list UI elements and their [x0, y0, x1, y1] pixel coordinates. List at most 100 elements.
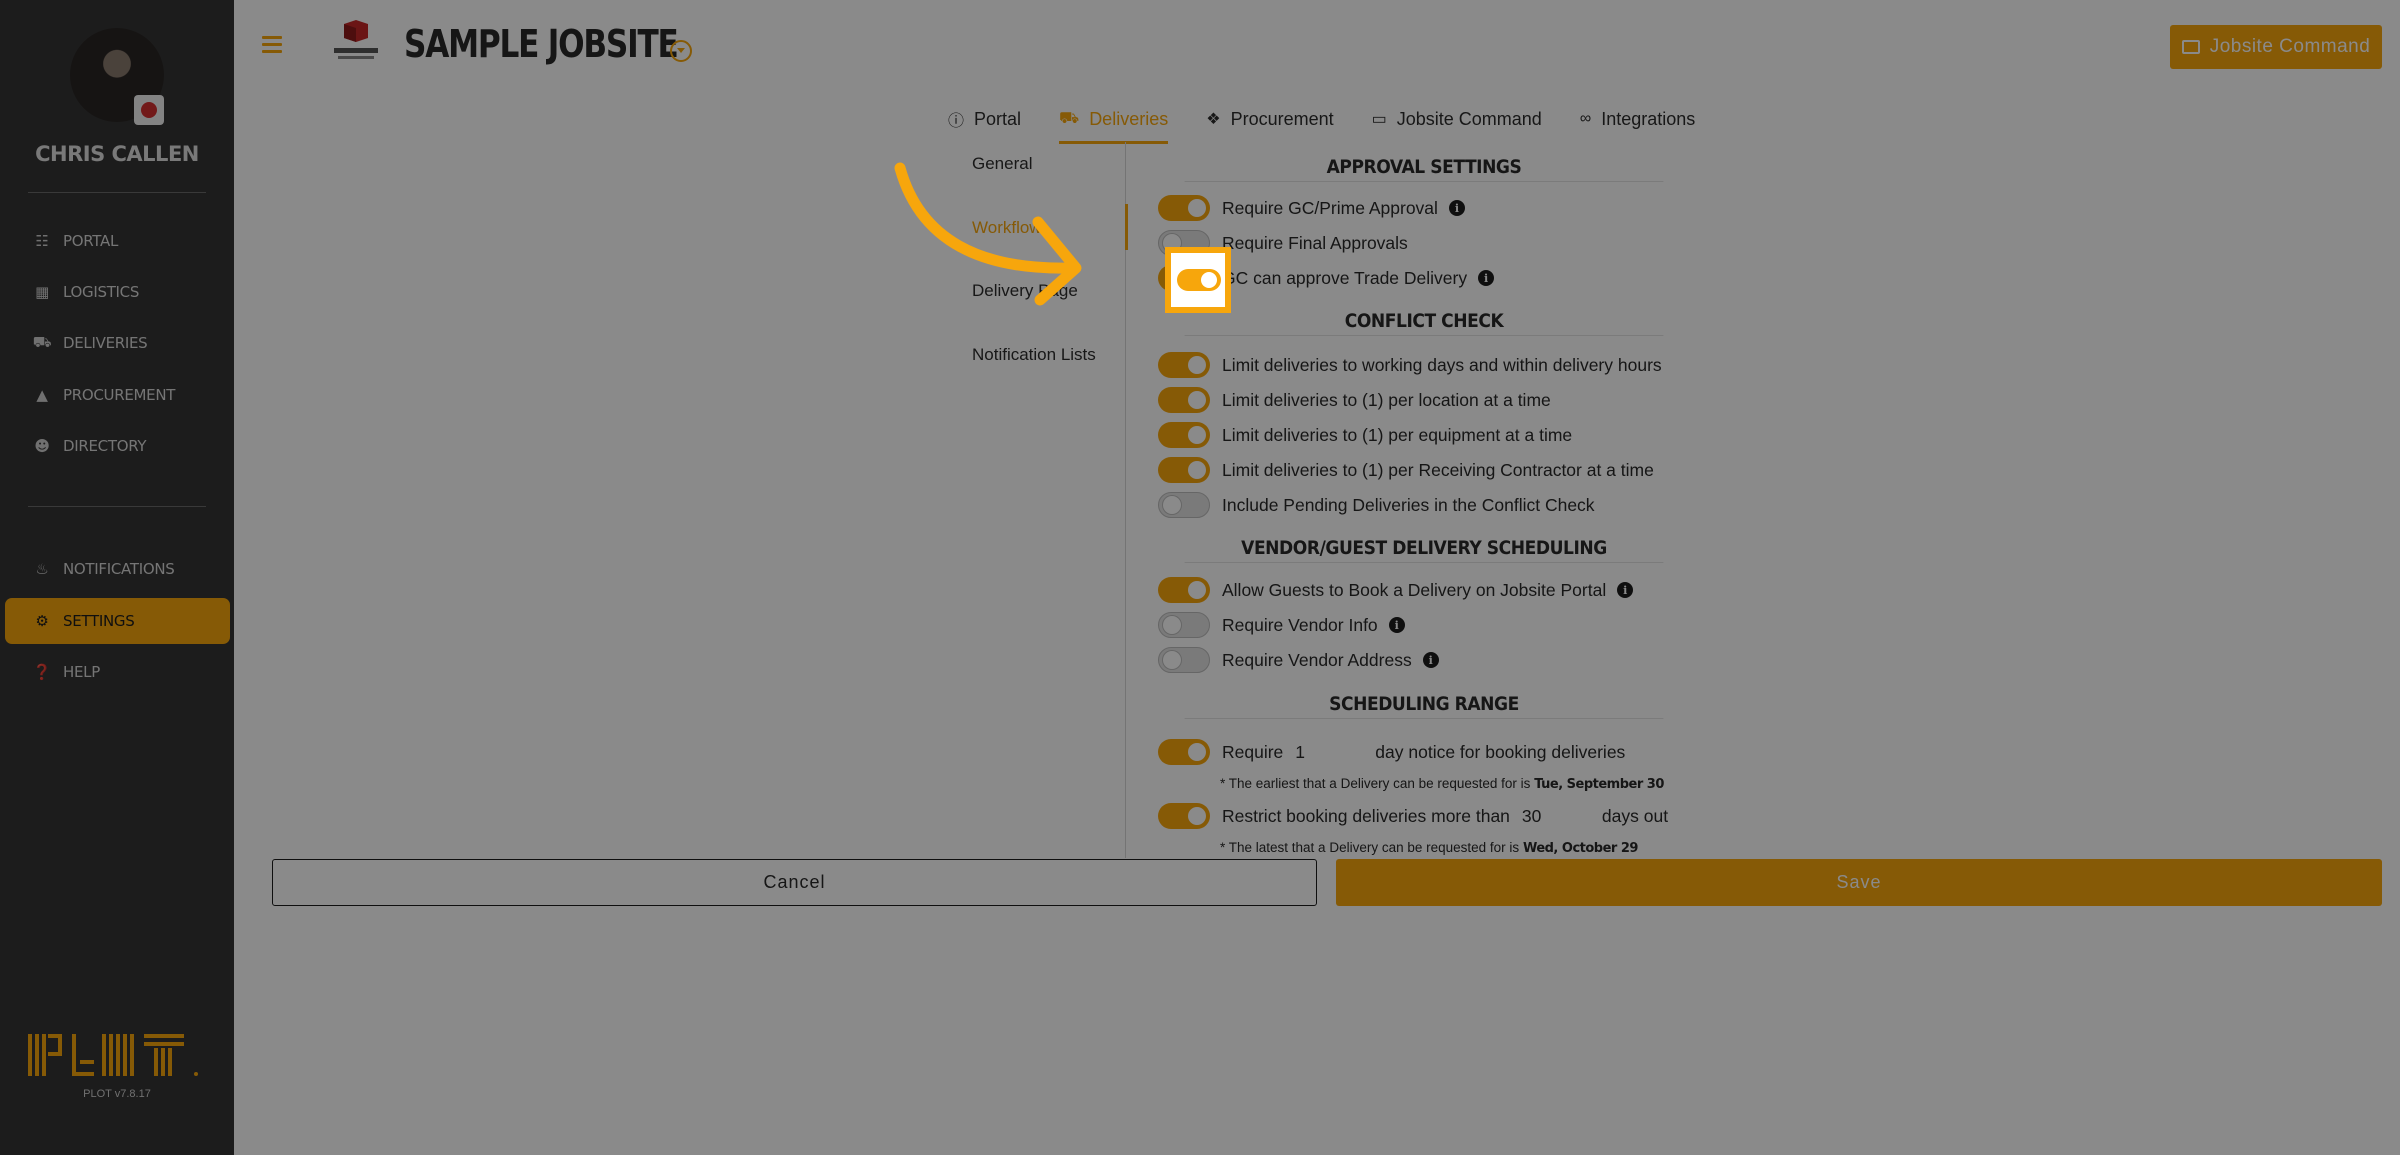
app-version: PLOT v7.8.17: [83, 1088, 151, 1100]
boxes-icon: ▲: [36, 386, 48, 404]
section-title-vendor: VENDOR/GUEST DELIVERY SCHEDULING: [1184, 537, 1664, 563]
restrict-suffix: days out: [1601, 805, 1669, 826]
tab-label: Integrations: [1601, 108, 1696, 129]
setting-label: Limit deliveries to (1) per equipment at…: [1222, 424, 1573, 445]
sidebar-item-label: SETTINGS: [63, 612, 135, 630]
save-button[interactable]: Save: [1336, 859, 2382, 906]
sidebar-item-label: DIRECTORY: [63, 437, 147, 455]
setting-label: Require GC/Prime Approval: [1222, 197, 1438, 218]
latest-note: * The latest that a Delivery can be requ…: [1220, 840, 1638, 856]
info-icon: ⓘ: [948, 113, 965, 130]
latest-note-text: * The latest that a Delivery can be requ…: [1220, 840, 1520, 855]
truck-icon: ⛟: [1059, 110, 1080, 127]
setting-limit-per-equipment: Limit deliveries to (1) per equipment at…: [1158, 421, 1572, 449]
user-name: CHRIS CALLEN: [35, 142, 199, 166]
puzzle-icon: ❖: [1206, 111, 1221, 128]
tab-portal[interactable]: ⓘ Portal: [948, 104, 1021, 134]
setting-allow-guests: Allow Guests to Book a Delivery on Jobsi…: [1158, 576, 1634, 604]
tab-integrations[interactable]: ∞ Integrations: [1580, 104, 1695, 134]
sitemap-icon: ☷: [35, 232, 49, 250]
sidebar-item-procurement[interactable]: ▲ PROCUREMENT: [5, 372, 230, 418]
info-icon[interactable]: i: [1388, 617, 1405, 633]
info-icon[interactable]: i: [1478, 270, 1495, 286]
restrict-prefix: Restrict booking deliveries more than: [1222, 805, 1510, 826]
setting-require-vendor-info: Require Vendor Info i: [1158, 611, 1405, 639]
pointer-arrow-icon: [894, 162, 1082, 306]
notice-days-input[interactable]: 1: [1283, 742, 1375, 763]
tab-procurement[interactable]: ❖ Procurement: [1206, 104, 1333, 134]
cancel-button[interactable]: Cancel: [272, 859, 1317, 906]
toggle-switch[interactable]: [1177, 269, 1221, 291]
settings-tabs: ⓘ Portal ⛟ Deliveries ❖ Procurement ▭ Jo…: [948, 104, 1733, 144]
latest-date: Wed, October 29: [1522, 841, 1639, 856]
link-icon: ∞: [1579, 110, 1592, 127]
jobsite-logo: [334, 20, 378, 59]
notice-suffix: day notice for booking deliveries: [1375, 741, 1626, 762]
toggle-switch[interactable]: [1158, 387, 1210, 413]
highlighted-toggle[interactable]: [1165, 247, 1231, 313]
toggle-switch[interactable]: [1158, 739, 1210, 765]
section-title-range: SCHEDULING RANGE: [1184, 693, 1664, 719]
restrict-days-input[interactable]: 30: [1510, 806, 1602, 827]
tab-label: Procurement: [1230, 108, 1334, 129]
setting-label: Require Vendor Info: [1222, 614, 1378, 635]
setting-label: Limit deliveries to working days and wit…: [1222, 354, 1662, 375]
setting-label: Limit deliveries to (1) per Receiving Co…: [1222, 459, 1654, 480]
section-title-approval: APPROVAL SETTINGS: [1184, 156, 1664, 182]
sidebar-item-label: HELP: [63, 663, 100, 681]
setting-label: Allow Guests to Book a Delivery on Jobsi…: [1222, 579, 1607, 600]
setting-require-gc-approval: Require GC/Prime Approval i: [1158, 194, 1465, 222]
setting-label: Limit deliveries to (1) per location at …: [1222, 389, 1551, 410]
bell-icon: ♨: [35, 560, 49, 578]
earliest-note-text: * The earliest that a Delivery can be re…: [1220, 776, 1531, 791]
earliest-date: Tue, September 30: [1534, 777, 1664, 792]
setting-limit-per-contractor: Limit deliveries to (1) per Receiving Co…: [1158, 456, 1654, 484]
monitor-icon: ▭: [1371, 111, 1387, 128]
sidebar-item-portal[interactable]: ☷ PORTAL: [5, 218, 230, 264]
toggle-switch[interactable]: [1158, 422, 1210, 448]
sidebar-item-notifications[interactable]: ♨ NOTIFICATIONS: [5, 546, 230, 592]
sidebar-item-help[interactable]: ❓ HELP: [5, 649, 230, 695]
toggle-switch[interactable]: [1158, 577, 1210, 603]
setting-notice-days: Require 1 day notice for booking deliver…: [1158, 738, 1625, 766]
sidebar-item-label: NOTIFICATIONS: [63, 560, 175, 578]
sidebar-item-logistics[interactable]: ▦ LOGISTICS: [5, 269, 230, 315]
gear-icon: ⚙: [35, 612, 49, 630]
sidebar-item-label: DELIVERIES: [63, 334, 148, 352]
sidebar-item-settings[interactable]: ⚙ SETTINGS: [5, 598, 230, 644]
tab-label: Deliveries: [1089, 108, 1169, 129]
toggle-switch[interactable]: [1158, 457, 1210, 483]
toggle-switch[interactable]: [1158, 195, 1210, 221]
sidebar: CHRIS CALLEN ☷ PORTAL ▦ LOGISTICS ⛟ DELI…: [0, 0, 234, 1155]
setting-label: Include Pending Deliveries in the Confli…: [1222, 494, 1595, 515]
tab-label: Portal: [974, 108, 1022, 129]
setting-limit-per-location: Limit deliveries to (1) per location at …: [1158, 386, 1551, 414]
toggle-switch[interactable]: [1158, 612, 1210, 638]
toggle-switch[interactable]: [1158, 352, 1210, 378]
setting-limit-working-days: Limit deliveries to working days and wit…: [1158, 351, 1662, 379]
info-icon[interactable]: i: [1448, 200, 1465, 216]
setting-label: GC can approve Trade Delivery: [1222, 267, 1468, 288]
jobsite-command-label: Jobsite Command: [2209, 36, 2371, 57]
users-icon: ☻: [34, 437, 50, 455]
tab-deliveries[interactable]: ⛟ Deliveries: [1059, 104, 1169, 144]
setting-require-vendor-address: Require Vendor Address i: [1158, 646, 1439, 674]
page-title: SAMPLE JOBSITE: [404, 22, 679, 66]
sidebar-item-label: PROCUREMENT: [63, 386, 176, 404]
jobsite-command-button[interactable]: Jobsite Command: [2170, 25, 2382, 69]
toggle-switch[interactable]: [1158, 492, 1210, 518]
tab-label: Jobsite Command: [1396, 108, 1542, 129]
sidebar-divider: [28, 192, 206, 193]
jobsite-switcher-icon[interactable]: [670, 40, 692, 62]
tab-jobsite-command[interactable]: ▭ Jobsite Command: [1372, 104, 1542, 134]
sidebar-item-deliveries[interactable]: ⛟ DELIVERIES: [5, 320, 230, 366]
info-icon[interactable]: i: [1422, 652, 1439, 668]
sidebar-divider: [28, 506, 206, 507]
sidebar-item-directory[interactable]: ☻ DIRECTORY: [5, 423, 230, 469]
menu-toggle-icon[interactable]: [262, 36, 282, 53]
subnav-notification-lists[interactable]: Notification Lists: [972, 345, 1096, 365]
toggle-switch[interactable]: [1158, 647, 1210, 673]
setting-label: Require Vendor Address: [1222, 649, 1412, 670]
toggle-switch[interactable]: [1158, 803, 1210, 829]
info-icon[interactable]: i: [1617, 582, 1634, 598]
